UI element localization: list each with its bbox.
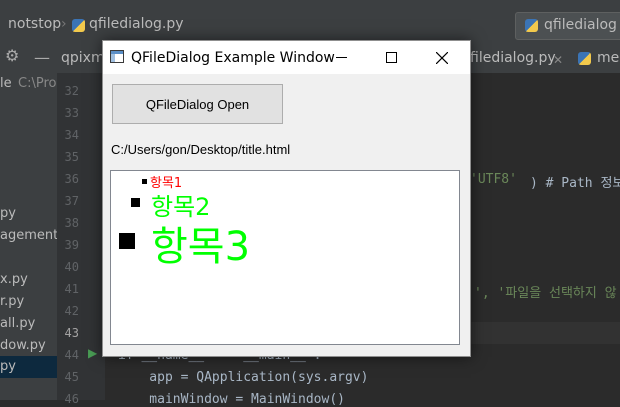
code-text: app = QApplication(sys.argv) bbox=[118, 370, 369, 385]
line-number: 33 bbox=[64, 106, 79, 120]
project-file-item[interactable]: all.py bbox=[0, 316, 35, 331]
maximize-icon bbox=[385, 52, 397, 63]
window-title: QFileDialog Example Window bbox=[131, 50, 335, 66]
list-bullet-icon bbox=[131, 198, 140, 207]
close-icon bbox=[436, 51, 448, 64]
minimize-icon bbox=[335, 57, 347, 58]
line-number: 34 bbox=[64, 128, 79, 142]
code-text: ) # Path 정보 bbox=[530, 176, 620, 191]
python-file-icon bbox=[578, 52, 591, 65]
code-string: ', '파일을 선택하지 않 bbox=[474, 286, 617, 301]
code-string: 'UTF8' bbox=[470, 172, 517, 187]
project-root-path: C:\Pro bbox=[18, 76, 57, 91]
line-number: 38 bbox=[64, 216, 79, 230]
project-file-item-selected[interactable]: py bbox=[0, 359, 16, 374]
line-number: 36 bbox=[64, 172, 79, 186]
run-configuration-select[interactable]: qfiledialog bbox=[515, 12, 620, 40]
gear-icon[interactable]: ⚙ bbox=[5, 46, 19, 65]
project-root-label[interactable]: le bbox=[0, 76, 12, 91]
breadcrumb-project[interactable]: notstop bbox=[8, 16, 61, 32]
qfiledialog-open-button[interactable]: QFileDialog Open bbox=[112, 84, 283, 124]
window-titlebar[interactable]: QFileDialog Example Window bbox=[103, 41, 470, 74]
project-file-item[interactable]: dow.py bbox=[0, 338, 46, 353]
maximize-button[interactable] bbox=[368, 41, 414, 74]
list-item[interactable]: 항목3 bbox=[151, 214, 250, 272]
line-number: 46 bbox=[64, 392, 79, 406]
breadcrumb-file[interactable]: qfiledialog.py bbox=[89, 16, 184, 32]
app-window-icon bbox=[110, 50, 124, 63]
project-file-item[interactable]: agement bbox=[0, 228, 58, 243]
python-file-icon bbox=[525, 19, 538, 32]
list-bullet-icon bbox=[119, 233, 135, 249]
line-number: 42 bbox=[64, 304, 79, 318]
tab-qfiledialog[interactable]: filedialog.py bbox=[470, 50, 556, 66]
python-file-icon bbox=[72, 19, 85, 32]
list-widget[interactable]: 항목1 항목2 항목3 bbox=[110, 170, 460, 345]
line-number: 39 bbox=[64, 238, 79, 252]
breadcrumb-separator-icon: › bbox=[61, 16, 67, 32]
run-configuration-label: qfiledialog bbox=[544, 17, 617, 33]
minimize-panel-icon[interactable]: — bbox=[34, 48, 50, 67]
run-gutter-icon[interactable]: ▶ bbox=[88, 346, 97, 360]
line-number: 37 bbox=[64, 194, 79, 208]
project-file-item[interactable]: x.py bbox=[0, 272, 28, 287]
tab-mes[interactable]: mes bbox=[597, 50, 620, 66]
line-number: 45 bbox=[64, 370, 79, 384]
line-number: 32 bbox=[64, 84, 79, 98]
selected-file-path-label: C:/Users/gon/Desktop/title.html bbox=[111, 142, 291, 157]
project-file-item[interactable]: r.py bbox=[0, 294, 24, 309]
qfiledialog-example-window: QFileDialog Example Window QFileDialog O… bbox=[102, 40, 471, 357]
project-file-item[interactable]: py bbox=[0, 206, 16, 221]
list-bullet-icon bbox=[142, 179, 147, 184]
line-number: 43 bbox=[64, 326, 79, 340]
line-number: 35 bbox=[64, 150, 79, 164]
close-button[interactable] bbox=[419, 41, 465, 74]
close-tab-icon[interactable]: ✕ bbox=[553, 53, 563, 67]
line-number: 44 bbox=[64, 348, 79, 362]
line-number: 41 bbox=[64, 282, 79, 296]
minimize-button[interactable] bbox=[318, 41, 364, 74]
line-number: 40 bbox=[64, 260, 79, 274]
